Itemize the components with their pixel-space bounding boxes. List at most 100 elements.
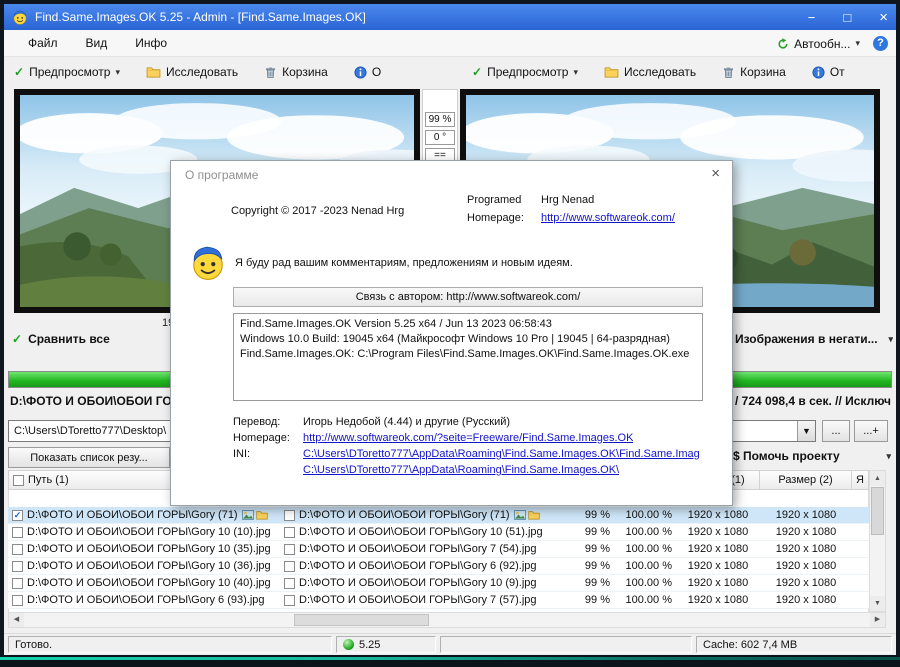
row-checkbox[interactable] (284, 509, 295, 521)
table-row[interactable]: D:\ФОТО И ОБОИ\ОБОИ ГОРЫ\Gory 10 (36).jp… (8, 558, 869, 575)
about-label: От (829, 65, 845, 79)
scroll-down-icon[interactable]: ▼ (870, 596, 885, 611)
row-checkbox[interactable] (284, 594, 295, 606)
menu-item-file[interactable]: Файл (28, 36, 58, 50)
scrollbar-thumb[interactable] (871, 487, 884, 535)
table-row[interactable]: D:\ФОТО И ОБОИ\ОБОИ ГОРЫ\Gory 10 (40).jp… (8, 575, 869, 592)
explore-button-right[interactable]: Исследовать (604, 65, 696, 79)
scan-path-text: D:\ФОТО И ОБОИ\ОБОИ ГО (10, 394, 172, 408)
similarity-cell: 99 % (584, 543, 610, 555)
row-checkbox[interactable] (12, 560, 23, 572)
title-bar[interactable]: Find.Same.Images.OK 5.25 - Admin - [Find… (4, 4, 896, 30)
homepage2-label: Homepage: (233, 432, 290, 444)
row-checkbox[interactable] (12, 526, 23, 538)
homepage2-link[interactable]: http://www.softwareok.com/?seite=Freewar… (303, 432, 633, 444)
scroll-right-icon[interactable]: ▶ (870, 613, 885, 627)
about-button-right[interactable]: От (812, 65, 845, 79)
programed-value: Hrg Nenad (541, 194, 595, 206)
programed-label: Programed (467, 194, 522, 206)
donate-label: $ Помочь проекту (733, 449, 840, 463)
match-cell: 100.00 % (625, 526, 672, 538)
file-path: D:\ФОТО И ОБОИ\ОБОИ ГОРЫ\Gory 7 (57).jpg (299, 594, 537, 606)
close-button[interactable]: × (879, 9, 888, 26)
negative-images-dropdown[interactable]: Изображения в негати... ▾ (735, 332, 893, 346)
row-checkbox[interactable] (12, 543, 23, 555)
file-path: D:\ФОТО И ОБОИ\ОБОИ ГОРЫ\Gory 10 (35).jp… (27, 543, 271, 555)
similarity-cell: 99 % (584, 509, 610, 521)
select-all-checkbox[interactable] (13, 474, 24, 486)
version-info-box[interactable]: Find.Same.Images.OK Version 5.25 x64 / J… (233, 313, 703, 401)
chevron-down-icon: ▾ (886, 450, 891, 461)
path-dropdown-button[interactable]: ▼ (797, 421, 815, 441)
toolbar-left: ✓ Предпросмотр ▾ Исследовать Корзина О (14, 57, 381, 87)
app-window: Find.Same.Images.OK 5.25 - Admin - [Find… (0, 0, 900, 667)
match-cell: 100.00 % (625, 594, 672, 606)
check-icon: ✓ (472, 65, 483, 79)
browse-button[interactable]: ... (822, 420, 850, 442)
trash-button-left[interactable]: Корзина (264, 65, 328, 79)
header-size2[interactable]: Размер (2) (760, 470, 852, 490)
chevron-down-icon: ▾ (573, 66, 578, 77)
explore-button-left[interactable]: Исследовать (146, 65, 238, 79)
trash-label: Корзина (740, 65, 786, 79)
mascot-icon (189, 243, 227, 284)
trash-button-right[interactable]: Корзина (722, 65, 786, 79)
preview-dropdown-left[interactable]: ✓ Предпросмотр ▾ (14, 65, 120, 79)
row-checkbox[interactable] (284, 526, 295, 538)
check-icon: ✓ (12, 332, 23, 346)
size1-cell: 1920 x 1080 (687, 526, 749, 538)
chevron-down-icon: ▾ (115, 66, 120, 77)
file-path: D:\ФОТО И ОБОИ\ОБОИ ГОРЫ\Gory 10 (40).jp… (27, 577, 271, 589)
match-cell: 100.00 % (625, 543, 672, 555)
close-icon[interactable]: × (711, 165, 720, 182)
preview-dropdown-right[interactable]: ✓ Предпросмотр ▾ (472, 65, 578, 79)
maximize-button[interactable]: □ (843, 10, 851, 25)
horizontal-scrollbar[interactable]: ◀ ▶ (8, 612, 886, 628)
auto-update-dropdown[interactable]: Автообн... (794, 37, 850, 51)
table-row[interactable]: D:\ФОТО И ОБОИ\ОБОИ ГОРЫ\Gory 10 (10).jp… (8, 524, 869, 541)
window-title: Find.Same.Images.OK 5.25 - Admin - [Find… (35, 10, 366, 24)
table-row[interactable]: D:\ФОТО И ОБОИ\ОБОИ ГОРЫ\Gory 10 (35).jp… (8, 541, 869, 558)
contact-author-button[interactable]: Связь с автором: http://www.softwareok.c… (233, 287, 703, 307)
translation-label: Перевод: (233, 416, 281, 428)
table-row[interactable]: D:\ФОТО И ОБОИ\ОБОИ ГОРЫ\Gory 6 (93).jpg… (8, 592, 869, 609)
donate-dropdown[interactable]: $ Помочь проекту ▾ (733, 449, 891, 463)
row-checkbox[interactable] (284, 577, 295, 589)
homepage-link[interactable]: http://www.softwareok.com/ (541, 212, 675, 224)
rotation-control[interactable]: 0 ° (425, 130, 455, 145)
homepage-label: Homepage: (467, 212, 524, 224)
info-icon (812, 65, 825, 79)
header-last[interactable]: Я (852, 470, 869, 490)
row-checkbox[interactable] (284, 543, 295, 555)
vertical-scrollbar[interactable]: ▲ ▼ (869, 470, 886, 612)
ini-file-link[interactable]: C:\Users\DToretto777\AppData\Roaming\Fin… (303, 448, 699, 460)
row-checkbox[interactable]: ✓ (12, 509, 23, 521)
scrollbar-thumb[interactable] (294, 614, 429, 626)
window-bottom-border (0, 655, 900, 667)
row-checkbox[interactable] (284, 560, 295, 572)
trash-label: Корзина (282, 65, 328, 79)
trash-icon (722, 66, 735, 79)
match-cell: 100.00 % (625, 577, 672, 589)
show-results-button[interactable]: Показать список резу... (8, 447, 170, 468)
help-icon[interactable]: ? (873, 36, 888, 51)
menu-item-view[interactable]: Вид (86, 36, 108, 50)
ini-folder-link[interactable]: C:\Users\DToretto777\AppData\Roaming\Fin… (303, 464, 619, 476)
size1-cell: 1920 x 1080 (687, 543, 749, 555)
minimize-button[interactable]: − (808, 10, 816, 25)
add-path-button[interactable]: ...+ (854, 420, 888, 442)
row-checkbox[interactable] (12, 594, 23, 606)
compare-all-label: Сравнить все (28, 332, 110, 346)
menu-item-info[interactable]: Инфо (135, 36, 167, 50)
preview-label: Предпросмотр (29, 65, 111, 79)
row-checkbox[interactable] (12, 577, 23, 589)
similarity-control[interactable]: 99 % (425, 112, 455, 127)
about-button-left[interactable]: О (354, 65, 381, 79)
scroll-left-icon[interactable]: ◀ (9, 613, 24, 627)
chevron-down-icon: ▾ (888, 333, 893, 344)
compare-all-checkbox[interactable]: ✓ Сравнить все (12, 332, 110, 346)
table-row[interactable]: ✓ D:\ФОТО И ОБОИ\ОБОИ ГОРЫ\Gory (71) D:\… (8, 507, 869, 524)
size1-cell: 1920 x 1080 (687, 577, 749, 589)
file-path: D:\ФОТО И ОБОИ\ОБОИ ГОРЫ\Gory 10 (51).jp… (299, 526, 543, 538)
scroll-up-icon[interactable]: ▲ (870, 471, 885, 486)
